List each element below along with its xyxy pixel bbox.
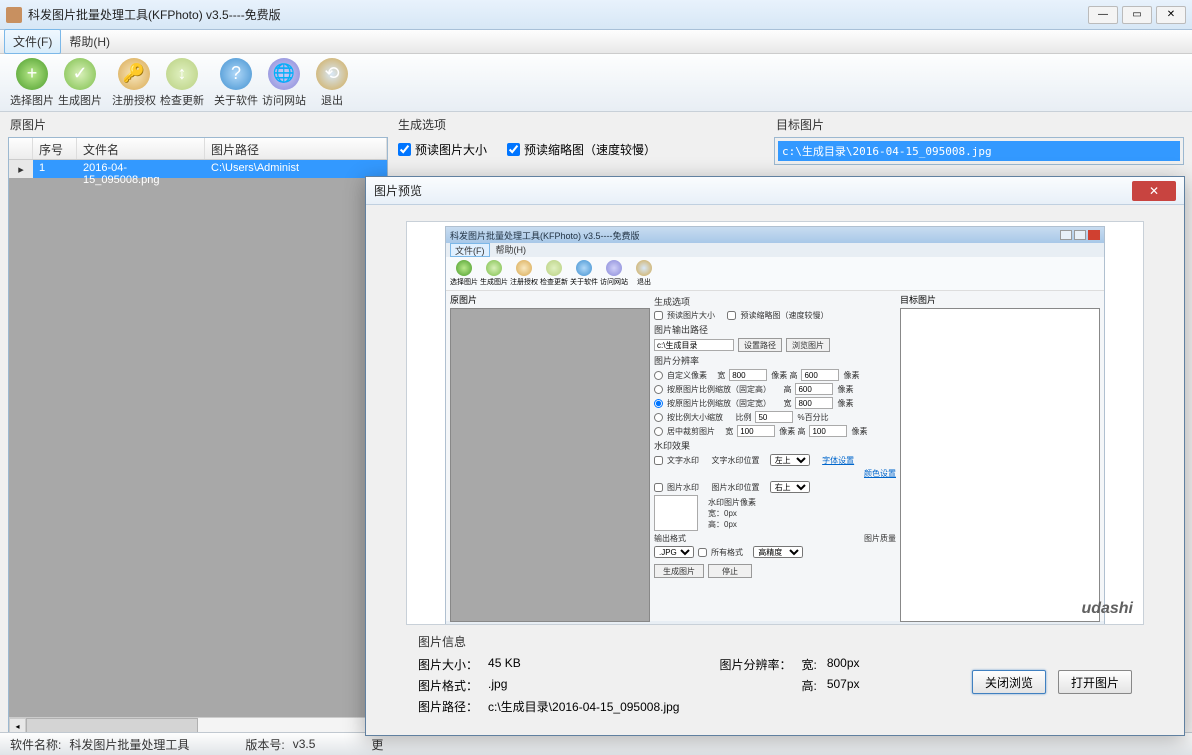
menu-help[interactable]: 帮助(H) <box>61 30 118 53</box>
close-preview-button[interactable]: 关闭浏览 <box>972 670 1046 694</box>
add-icon: + <box>16 58 48 90</box>
update-button[interactable]: ↕检查更新 <box>158 56 206 110</box>
window-title: 科发图片批量处理工具(KFPhoto) v3.5----免费版 <box>28 6 1088 23</box>
open-image-button[interactable]: 打开图片 <box>1058 670 1132 694</box>
sb-app-label: 软件名称: <box>10 736 61 753</box>
key-icon: 🔑 <box>118 58 150 90</box>
generate-images-button[interactable]: ✓生成图片 <box>56 56 104 110</box>
minimize-button[interactable]: — <box>1088 6 1118 24</box>
watermark-text: udashi <box>1081 600 1133 618</box>
width-label: 宽: <box>801 656 816 673</box>
app-icon <box>6 7 22 23</box>
sb-upd: 更 <box>371 736 383 753</box>
toolbar: +选择图片 ✓生成图片 🔑注册授权 ↕检查更新 ?关于软件 🌐访问网站 ⟲退出 <box>0 54 1192 112</box>
sb-ver: v3.5 <box>293 737 316 751</box>
target-panel-title: 目标图片 <box>774 116 1184 133</box>
size-label: 图片大小： <box>418 656 478 673</box>
inner-app-screenshot: 科发图片批量处理工具(KFPhoto) v3.5----免费版 文件(F)帮助(… <box>445 226 1105 625</box>
options-panel-title: 生成选项 <box>396 116 766 133</box>
close-button[interactable]: ✕ <box>1156 6 1186 24</box>
check-icon: ✓ <box>64 58 96 90</box>
preview-dialog: 图片预览 ✕ 科发图片批量处理工具(KFPhoto) v3.5----免费版 文… <box>365 176 1185 736</box>
table-body: ▸ 1 2016-04-15_095008.png C:\Users\Admin… <box>9 160 387 734</box>
exit-button[interactable]: ⟲退出 <box>308 56 356 110</box>
menubar: 文件(F) 帮助(H) <box>0 30 1192 54</box>
table-header: 序号 文件名 图片路径 <box>9 138 387 160</box>
dialog-title: 图片预览 <box>374 182 1132 199</box>
update-icon: ↕ <box>166 58 198 90</box>
info-icon: ? <box>220 58 252 90</box>
col-path[interactable]: 图片路径 <box>205 138 387 159</box>
web-button[interactable]: 🌐访问网站 <box>260 56 308 110</box>
dialog-titlebar[interactable]: 图片预览 ✕ <box>366 177 1184 205</box>
preview-thumb-checkbox[interactable]: 预读缩略图（速度较慢） <box>507 141 656 158</box>
info-section-title: 图片信息 <box>418 633 1132 650</box>
exit-icon: ⟲ <box>316 58 348 90</box>
auth-button[interactable]: 🔑注册授权 <box>110 56 158 110</box>
maximize-button[interactable]: ▭ <box>1122 6 1152 24</box>
globe-icon: 🌐 <box>268 58 300 90</box>
about-button[interactable]: ?关于软件 <box>212 56 260 110</box>
table-row[interactable]: ▸ 1 2016-04-15_095008.png C:\Users\Admin… <box>9 160 387 178</box>
preview-size-checkbox[interactable]: 预读图片大小 <box>398 141 487 158</box>
dialog-close-button[interactable]: ✕ <box>1132 181 1176 201</box>
sb-app-name: 科发图片批量处理工具 <box>69 736 189 753</box>
menu-file[interactable]: 文件(F) <box>4 29 61 54</box>
sb-ver-label: 版本号: <box>245 736 284 753</box>
select-images-button[interactable]: +选择图片 <box>8 56 56 110</box>
target-list-item[interactable]: c:\生成目录\2016-04-15_095008.jpg <box>778 141 1180 161</box>
col-no[interactable]: 序号 <box>33 138 77 159</box>
row-marker-icon: ▸ <box>9 160 33 178</box>
path-value: c:\生成目录\2016-04-15_095008.jpg <box>488 698 679 715</box>
source-panel: 原图片 序号 文件名 图片路径 ▸ 1 2016-04-15_095008.pn… <box>8 116 388 728</box>
format-label: 图片格式： <box>418 677 478 694</box>
source-panel-title: 原图片 <box>8 116 388 133</box>
resolution-label: 图片分辨率： <box>719 656 791 673</box>
format-value: .jpg <box>488 677 679 694</box>
preview-image-area: 科发图片批量处理工具(KFPhoto) v3.5----免费版 文件(F)帮助(… <box>406 221 1144 625</box>
width-value: 800px <box>827 656 860 673</box>
height-value: 507px <box>827 677 860 694</box>
size-value: 45 KB <box>488 656 679 673</box>
titlebar: 科发图片批量处理工具(KFPhoto) v3.5----免费版 — ▭ ✕ <box>0 0 1192 30</box>
height-label: 高: <box>801 677 816 694</box>
path-label: 图片路径： <box>418 698 478 715</box>
col-name[interactable]: 文件名 <box>77 138 205 159</box>
